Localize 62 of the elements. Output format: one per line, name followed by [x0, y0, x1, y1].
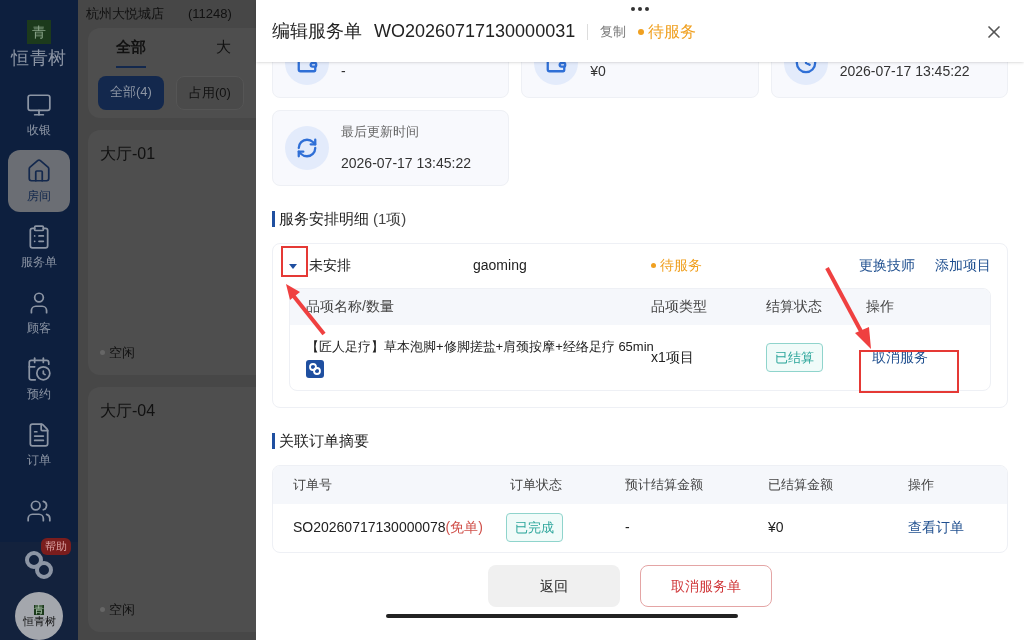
expected-amount: - — [625, 518, 631, 537]
settle-badge: 已结算 — [766, 342, 823, 372]
room-name: 大厅-01 — [100, 143, 157, 164]
section-title: 服务安排明细 — [279, 209, 369, 229]
home-icon — [26, 158, 52, 184]
column-header: 已结算金额 — [768, 475, 834, 494]
column-header: 品项名称/数量 — [306, 297, 395, 316]
filter-chip[interactable]: 全部(4) — [98, 76, 164, 110]
info-value: - — [341, 62, 346, 81]
logo-text: 恒青树 — [10, 46, 68, 70]
nav-item[interactable]: 预约 — [8, 348, 70, 410]
technician-name: 未安排 — [309, 256, 352, 275]
monitor-icon — [26, 92, 52, 118]
avatar[interactable]: 青 恒青树 — [15, 592, 63, 640]
copy-link[interactable]: 复制 — [600, 21, 627, 42]
section-title: 关联订单摘要 — [279, 431, 369, 451]
action-link[interactable]: 更换技师 — [859, 255, 915, 276]
help-icon[interactable] — [25, 550, 53, 580]
room-status: 空闲 — [109, 601, 135, 619]
calendar-icon — [26, 356, 52, 382]
view-order-link[interactable]: 查看订单 — [908, 517, 987, 538]
back-button[interactable]: 返回 — [488, 565, 620, 607]
column-header: 结算状态 — [766, 297, 823, 316]
nav-item[interactable]: 房间 — [8, 150, 70, 212]
nav-item[interactable]: 服务单 — [8, 216, 70, 278]
drag-handle-icon[interactable] — [630, 6, 650, 12]
section-count: (1项) — [373, 209, 407, 229]
annotation-box — [281, 246, 308, 277]
nav-item[interactable]: 订单 — [8, 414, 70, 476]
info-value: ¥0 — [590, 62, 606, 81]
column-header: 订单状态 — [510, 475, 563, 494]
column-header: 订单号 — [293, 475, 333, 494]
action-link[interactable]: 添加项目 — [935, 255, 991, 276]
info-label: 最后更新时间 — [341, 122, 420, 141]
people-icon — [26, 498, 52, 524]
clipboard-icon — [26, 224, 52, 250]
linked-circles-icon — [306, 360, 324, 378]
order-number-cell-text: SO20260717130000078 — [293, 518, 446, 537]
order-number: WO20260717130000031 — [374, 20, 576, 43]
column-header: 预计结算金额 — [625, 475, 704, 494]
staff-name: gaoming — [473, 256, 528, 275]
status-badge: 已完成 — [506, 512, 563, 543]
info-value: 2026-07-17 13:45:22 — [341, 154, 471, 174]
service-status: 待服务 — [660, 256, 702, 275]
room-name: 大厅-04 — [100, 400, 157, 421]
column-header: 操作 — [908, 475, 935, 494]
document-icon — [26, 422, 52, 448]
item-name: 【匠人足疗】草本泡脚+修脚搓盐+肩颈按摩+经络足疗 65min — [306, 337, 651, 354]
cancel-order-button[interactable]: 取消服务单 — [640, 565, 772, 607]
info-value: 2026-07-17 13:45:22 — [839, 62, 970, 81]
nav-item[interactable]: 收银 — [8, 84, 70, 146]
column-header: 品项类型 — [651, 297, 708, 316]
room-status: 空闲 — [109, 344, 135, 362]
settled-amount: ¥0 — [768, 518, 785, 537]
drawer-title: 编辑服务单 — [272, 20, 362, 43]
logo-mark: 青 — [27, 20, 51, 44]
free-tag: (免单) — [445, 517, 483, 538]
refresh-icon — [285, 126, 329, 170]
nav-item[interactable]: 顾客 — [8, 282, 70, 344]
order-status: 待服务 — [648, 21, 697, 42]
column-header: 操作 — [866, 297, 895, 316]
help-badge: 帮助 — [41, 538, 71, 555]
